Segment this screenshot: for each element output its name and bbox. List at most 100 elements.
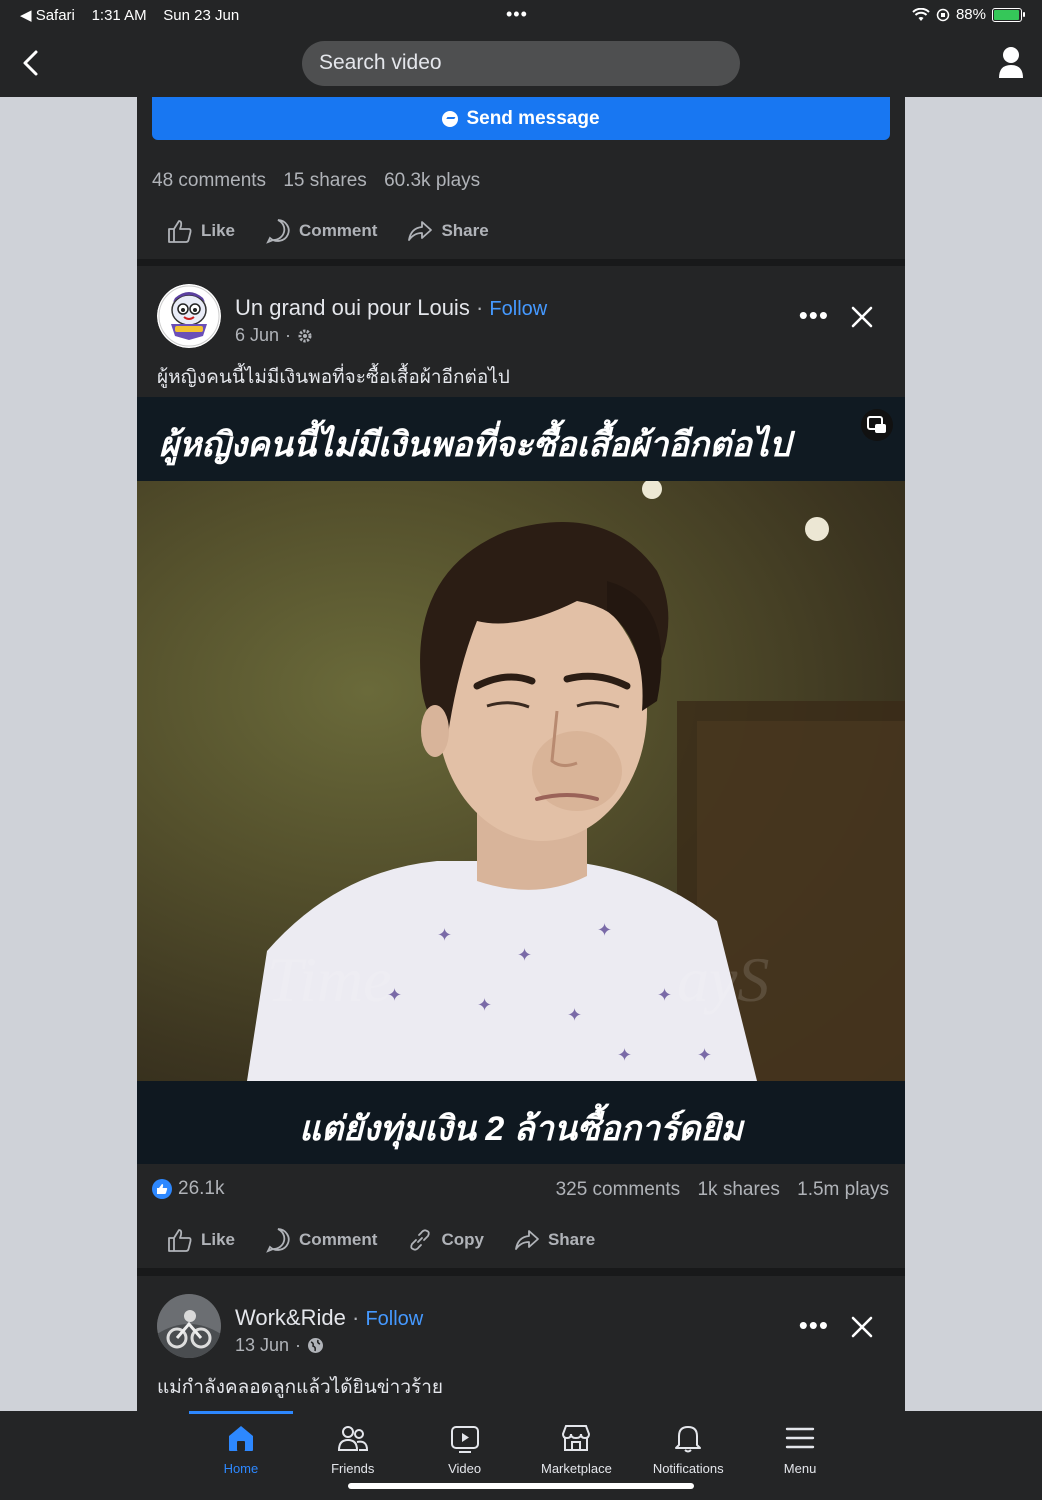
tab-label: Home [223,1461,259,1476]
wifi-icon [912,7,930,21]
multitask-dots-icon[interactable]: ••• [506,4,528,25]
battery-icon [992,7,1025,22]
link-icon [410,1229,431,1251]
shares-count[interactable]: 15 shares [283,170,366,191]
home-indicator[interactable] [348,1483,694,1489]
tab-notifications[interactable]: Notifications [632,1411,744,1481]
post-stats: 325 comments 1k shares 1.5m plays [556,1179,889,1201]
tab-label: Video [448,1461,482,1476]
page-avatar[interactable] [157,1294,221,1358]
marketplace-icon [562,1425,591,1451]
svg-text:✦: ✦ [697,1045,712,1065]
send-message-label: Send message [466,107,600,129]
post-caption: แม่กำลังคลอดลูกแล้วได้ยินข่าวร้าย [157,1377,444,1398]
share-button[interactable]: Share [514,1227,595,1253]
status-right: 88% [912,6,1025,23]
menu-icon [785,1427,815,1449]
tab-list: Home Friends Video Marketplace Notificat… [185,1411,856,1481]
reactions-summary[interactable]: 26.1k [152,1178,224,1200]
close-icon[interactable] [849,304,875,330]
tab-label: Marketplace [540,1461,612,1476]
status-bar: ◀ Safari 1:31 AM Sun 23 Jun ••• 88% [0,0,1042,30]
battery-percent: 88% [955,6,986,23]
tab-home[interactable]: Home [185,1411,297,1481]
search-video-input[interactable]: Search video [302,41,740,86]
comment-bubble-icon [266,1228,290,1253]
copy-label: Copy [441,1230,484,1249]
globe-icon [308,1338,324,1353]
picture-in-picture-button[interactable] [861,409,893,441]
post-card-un-grand-oui: Un grand oui pour Louis · Follow 6 Jun ·… [137,266,905,1268]
post-card-previous-footer: 48 comments 15 shares 60.3k plays Like C… [137,154,905,259]
post-date-row: 6 Jun · [235,325,313,346]
bell-icon [675,1426,702,1453]
comment-label: Comment [299,1230,378,1249]
tab-video[interactable]: Video [409,1411,521,1481]
pip-icon [867,416,886,433]
orientation-lock-icon [936,8,950,21]
svg-text:✦: ✦ [477,995,492,1015]
video-player[interactable]: ผู้หญิงคนนี้ไม่มีเงินพอที่จะซื้อเสื้อผ้า… [137,397,905,1164]
bottom-tab-bar: Home Friends Video Marketplace Notificat… [0,1411,1042,1500]
page-avatar[interactable] [157,284,221,348]
friends-icon [337,1426,368,1451]
comments-count[interactable]: 48 comments [152,170,266,191]
post-card-work-and-ride: Work&Ride · Follow 13 Jun · ••• แม่กำลัง… [137,1276,905,1411]
svg-text:ayS: ayS [677,944,769,1015]
post-actions: Like Comment Share [167,218,489,244]
svg-text:Time: Time [267,944,391,1015]
comment-label: Comment [299,221,378,240]
svg-text:✦: ✦ [567,1005,582,1025]
back-to-app-link[interactable]: ◀ Safari [20,7,75,24]
page-name[interactable]: Un grand oui pour Louis [235,295,470,320]
like-label: Like [201,221,236,240]
copy-link-button[interactable]: Copy [407,1227,484,1253]
comment-bubble-icon [266,219,290,244]
post-caption: ผู้หญิงคนนี้ไม่มีเงินพอที่จะซื้อเสื้อผ้า… [157,367,510,388]
video-scene-illustration: ✦ ✦ ✦ ✦ ✦ ✦ ✦ ✦ ✦ Time ayS [247,479,905,1081]
like-button[interactable]: Like [167,1227,235,1253]
share-label: Share [441,221,489,240]
svg-text:✦: ✦ [597,920,612,940]
tab-label: Menu [783,1461,817,1476]
post-date[interactable]: 13 Jun [235,1335,289,1356]
comment-button[interactable]: Comment [265,218,377,244]
gear-icon [298,329,312,342]
close-icon[interactable] [849,1314,875,1340]
like-label: Like [201,1230,236,1249]
tab-label: Notifications [652,1461,724,1476]
follow-button[interactable]: Follow [365,1308,423,1330]
status-time: 1:31 AM [91,7,147,24]
post-header-name: Un grand oui pour Louis · Follow [235,295,548,320]
motorbike-photo-icon [157,1294,221,1358]
post-date-row: 13 Jun · [235,1335,324,1356]
shares-count[interactable]: 1k shares [697,1179,779,1200]
post-header-name: Work&Ride · Follow [235,1305,424,1330]
share-button[interactable]: Share [407,218,489,244]
comment-button[interactable]: Comment [265,1227,377,1253]
top-navigation: Search video [0,30,1042,97]
svg-text:✦: ✦ [517,945,532,965]
tab-marketplace[interactable]: Marketplace [520,1411,632,1481]
back-arrow-icon[interactable] [18,48,46,78]
send-message-button[interactable]: Send message [152,97,890,140]
svg-text:✦: ✦ [617,1045,632,1065]
post-date[interactable]: 6 Jun [235,325,279,346]
like-button[interactable]: Like [167,218,235,244]
tab-label: Friends [331,1461,375,1476]
tab-menu[interactable]: Menu [744,1411,856,1481]
video-frame: ✦ ✦ ✦ ✦ ✦ ✦ ✦ ✦ ✦ Time ayS [137,479,905,1081]
more-options-icon[interactable]: ••• [799,300,829,331]
tab-friends[interactable]: Friends [297,1411,409,1481]
profile-icon[interactable] [998,46,1024,80]
thumbs-up-icon [168,220,192,243]
like-reaction-icon [152,1179,172,1199]
more-options-icon[interactable]: ••• [799,1310,829,1341]
follow-button[interactable]: Follow [489,298,547,320]
post-actions: Like Comment Copy Share [167,1227,595,1253]
video-bottom-caption: แต่ยังทุ่มเงิน 2 ล้านซื้อการ์ดยิม [137,1081,905,1164]
comments-count[interactable]: 325 comments [556,1179,681,1200]
thumbs-up-icon [168,1229,192,1252]
home-icon [228,1426,253,1451]
page-name[interactable]: Work&Ride [235,1305,346,1330]
